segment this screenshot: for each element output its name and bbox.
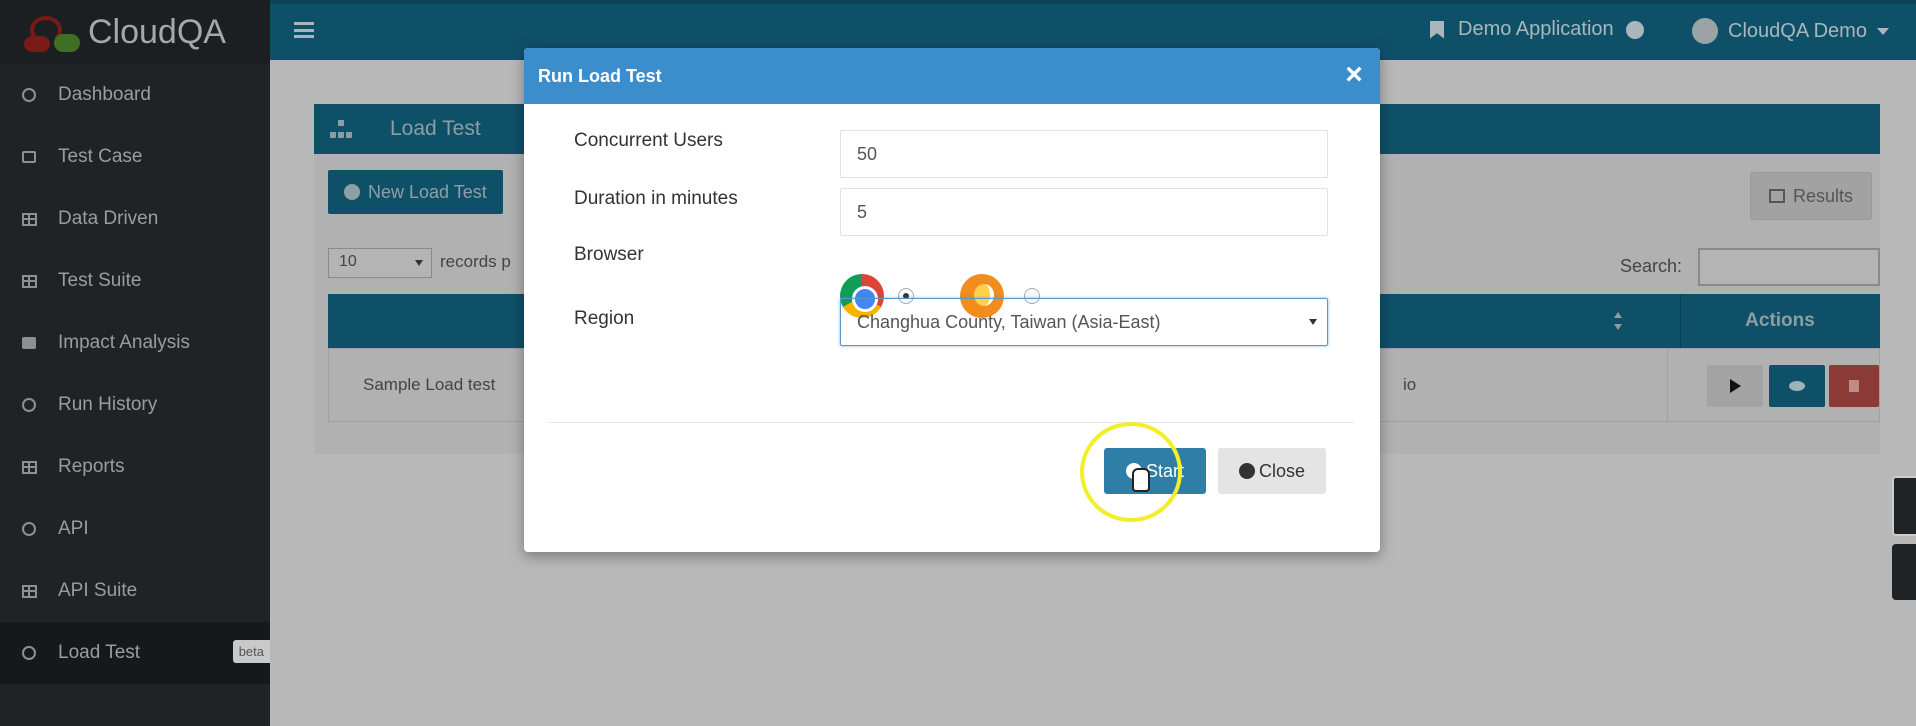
times-circle-icon [1238,463,1255,479]
actions-column-header: Actions [1745,310,1815,331]
run-button[interactable] [1707,365,1763,407]
calendar-icon [16,272,42,290]
table-icon [16,458,42,476]
divider [1667,349,1668,421]
run-load-test-modal: Run Load Test × Concurrent Users 50 Dura… [524,48,1380,552]
sidebar-item-label: Reports [58,456,125,477]
table-icon [1769,189,1785,203]
cogs-icon [16,520,42,538]
sidebar-item-test-case[interactable]: Test Case [0,126,270,188]
results-label: Results [1793,185,1854,206]
cogs-icon [16,644,42,662]
sort-icon[interactable] [1614,312,1622,330]
duration-label: Duration in minutes [574,188,738,209]
dashboard-icon [16,86,42,104]
caret-down-icon [1309,319,1317,325]
play-icon [1729,379,1741,393]
cloudqa-logo-icon [22,10,84,54]
sidebar-item-label: API [58,518,89,539]
bookmark-icon [1430,20,1444,39]
application-name: Demo Application [1458,18,1614,40]
sidebar-item-api[interactable]: API [0,498,270,560]
sidebar-item-run-history[interactable]: Run History [0,374,270,436]
calendar-icon [16,582,42,600]
panel-title: Load Test [390,117,481,140]
region-value: Changhua County, Taiwan (Asia-East) [857,311,1161,332]
sidebar-item-load-test[interactable]: Load Test beta [0,622,270,684]
new-load-test-label: New Load Test [368,181,487,202]
duration-value: 5 [857,201,868,222]
click-highlight [1080,422,1182,522]
browser-label: Browser [574,244,644,265]
plus-circle-icon [344,184,360,200]
close-icon[interactable]: × [1342,60,1366,90]
region-label: Region [574,308,635,329]
sidebar-item-impact-analysis[interactable]: Impact Analysis [0,312,270,374]
sidebar-item-label: Impact Analysis [58,332,190,353]
load-test-name: Sample Load test [363,375,496,394]
side-widget-tab[interactable] [1892,476,1916,536]
concurrent-users-label: Concurrent Users [574,130,723,151]
briefcase-icon [16,334,42,352]
hand-cursor-icon [1132,468,1150,492]
sidebar-item-label: API Suite [58,580,138,601]
concurrent-users-field[interactable]: 50 [840,130,1328,178]
sitemap-icon [330,120,352,138]
modal-header: Run Load Test × [524,48,1380,104]
sidebar-item-label: Test Case [58,146,143,167]
user-name: CloudQA Demo [1728,19,1867,42]
close-label: Close [1258,460,1306,481]
sidebar-item-data-driven[interactable]: Data Driven [0,188,270,250]
application-switcher[interactable]: Demo Application [1430,18,1644,41]
page-size-select[interactable]: 10 [328,248,432,278]
beta-badge: beta [232,640,270,663]
sidebar-item-label: Load Test [58,642,141,663]
caret-down-icon [415,260,423,266]
test-case-icon [16,148,42,166]
sidebar-item-reports[interactable]: Reports [0,436,270,498]
chevron-down-icon [1625,20,1644,39]
clock-icon [16,396,42,414]
page-size-value: 10 [339,253,357,270]
table-icon [16,210,42,228]
divider [548,422,1354,423]
row-cell-text: io [1403,375,1417,394]
sidebar: CloudQA Dashboard Test Case Data Driven … [0,0,270,726]
user-menu[interactable]: CloudQA Demo [1692,18,1889,44]
sidebar-item-label: Test Suite [58,270,142,291]
duration-field[interactable]: 5 [840,188,1328,236]
sidebar-item-label: Data Driven [58,208,159,229]
sidebar-item-label: Dashboard [58,84,151,105]
records-per-page-label: records p [440,252,511,271]
sidebar-item-api-suite[interactable]: API Suite [0,560,270,622]
concurrent-users-value: 50 [857,143,878,164]
close-button[interactable]: Close [1218,448,1326,494]
brand-name: CloudQA [88,12,226,51]
menu-toggle-icon[interactable] [294,22,314,38]
trash-icon [1849,380,1859,392]
region-select[interactable]: Changhua County, Taiwan (Asia-East) [840,298,1328,346]
side-chat-tab[interactable] [1892,544,1916,600]
new-load-test-button[interactable]: New Load Test [328,170,503,214]
caret-down-icon [1876,27,1889,35]
avatar [1692,18,1718,44]
modal-title: Run Load Test [538,65,662,86]
brand[interactable]: CloudQA [0,0,270,64]
search-input[interactable] [1698,248,1880,286]
search-label: Search: [1620,256,1683,276]
delete-button[interactable] [1829,365,1879,407]
sidebar-item-test-suite[interactable]: Test Suite [0,250,270,312]
eye-icon [1789,381,1805,391]
sidebar-item-dashboard[interactable]: Dashboard [0,64,270,126]
view-button[interactable] [1769,365,1825,407]
sidebar-item-label: Run History [58,394,158,415]
results-button[interactable]: Results [1750,172,1873,220]
